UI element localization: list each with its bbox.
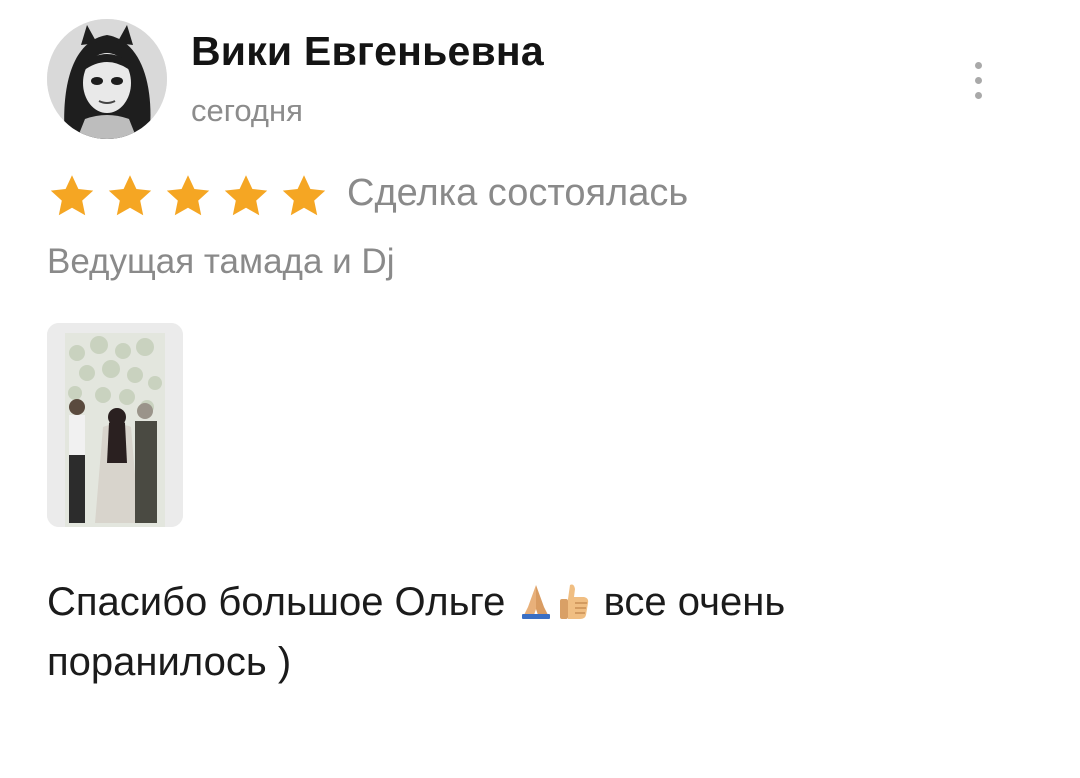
review-date: сегодня: [191, 93, 303, 128]
review-text: Спасибо большое Ольге все очень поранило…: [47, 572, 1007, 692]
more-vertical-icon-dot: [975, 92, 982, 99]
more-vertical-icon-dot: [975, 77, 982, 84]
more-vertical-icon: [975, 62, 982, 69]
author-name[interactable]: Вики Евгеньевна: [191, 28, 544, 75]
more-options-button[interactable]: [960, 56, 996, 104]
review-text-part1: Спасибо большое Ольге: [47, 580, 506, 624]
star-icon: [224, 175, 268, 216]
review-photo-thumbnail[interactable]: [47, 323, 183, 527]
service-name: Ведущая тамада и Dj: [47, 242, 395, 281]
deal-status: Сделка состоялась: [347, 172, 689, 214]
review-card: Вики Евгеньевна сегодня Сделка состоялас…: [0, 0, 1080, 778]
avatar[interactable]: [47, 19, 167, 139]
star-icon: [108, 175, 152, 216]
star-icon: [50, 175, 94, 216]
star-icon: [282, 175, 326, 216]
star-rating: [47, 171, 337, 221]
star-icon: [166, 175, 210, 216]
thumbs-up-icon: [560, 584, 589, 619]
folded-hands-icon: [522, 585, 551, 619]
